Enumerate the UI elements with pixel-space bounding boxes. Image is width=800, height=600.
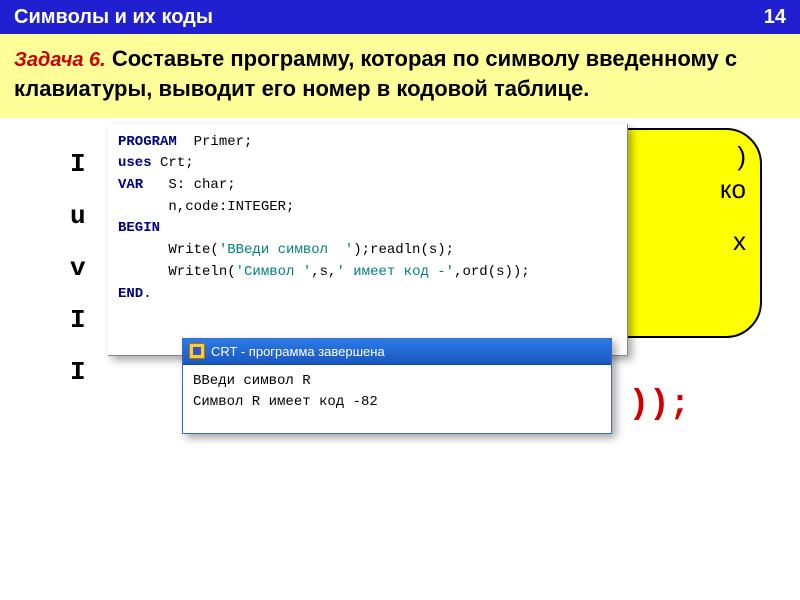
task-label: Задача 6.	[14, 49, 106, 71]
code-line: PROGRAM Primer;	[118, 132, 617, 154]
code-line: VAR S: char;	[118, 175, 617, 197]
slide-header: Символы и их коды 14	[0, 0, 800, 34]
task-box: Задача 6. Составьте программу, которая п…	[0, 34, 800, 118]
code-editor-window: PROGRAM Primer; uses Crt; VAR S: char; n…	[108, 124, 628, 356]
content-area: ) ко х I u v I I )); PROGRAM Primer; use…	[0, 118, 800, 538]
red-code-fragment: ));	[629, 386, 690, 424]
code-line: Writeln('Символ ',s,' имеет код -',ord(s…	[118, 262, 617, 284]
code-line: uses Crt;	[118, 153, 617, 175]
code-line: BEGIN	[118, 218, 617, 240]
terminal-line: ВВеди символ R	[193, 371, 601, 392]
terminal-line: Символ R имеет код -82	[193, 392, 601, 413]
terminal-body: ВВеди символ R Символ R имеет код -82	[183, 365, 611, 419]
code-line: Write('ВВеди символ ');readln(s);	[118, 240, 617, 262]
slide-number: 14	[764, 6, 786, 29]
app-icon	[189, 343, 205, 359]
terminal-window: CRT - программа завершена ВВеди символ R…	[182, 338, 612, 434]
slide-title: Символы и их коды	[14, 6, 213, 29]
terminal-title: CRT - программа завершена	[211, 344, 385, 359]
code-line: END.	[118, 284, 617, 306]
terminal-titlebar[interactable]: CRT - программа завершена	[183, 339, 611, 365]
code-line: n,code:INTEGER;	[118, 197, 617, 219]
task-text: Составьте программу, которая по символу …	[14, 46, 737, 101]
